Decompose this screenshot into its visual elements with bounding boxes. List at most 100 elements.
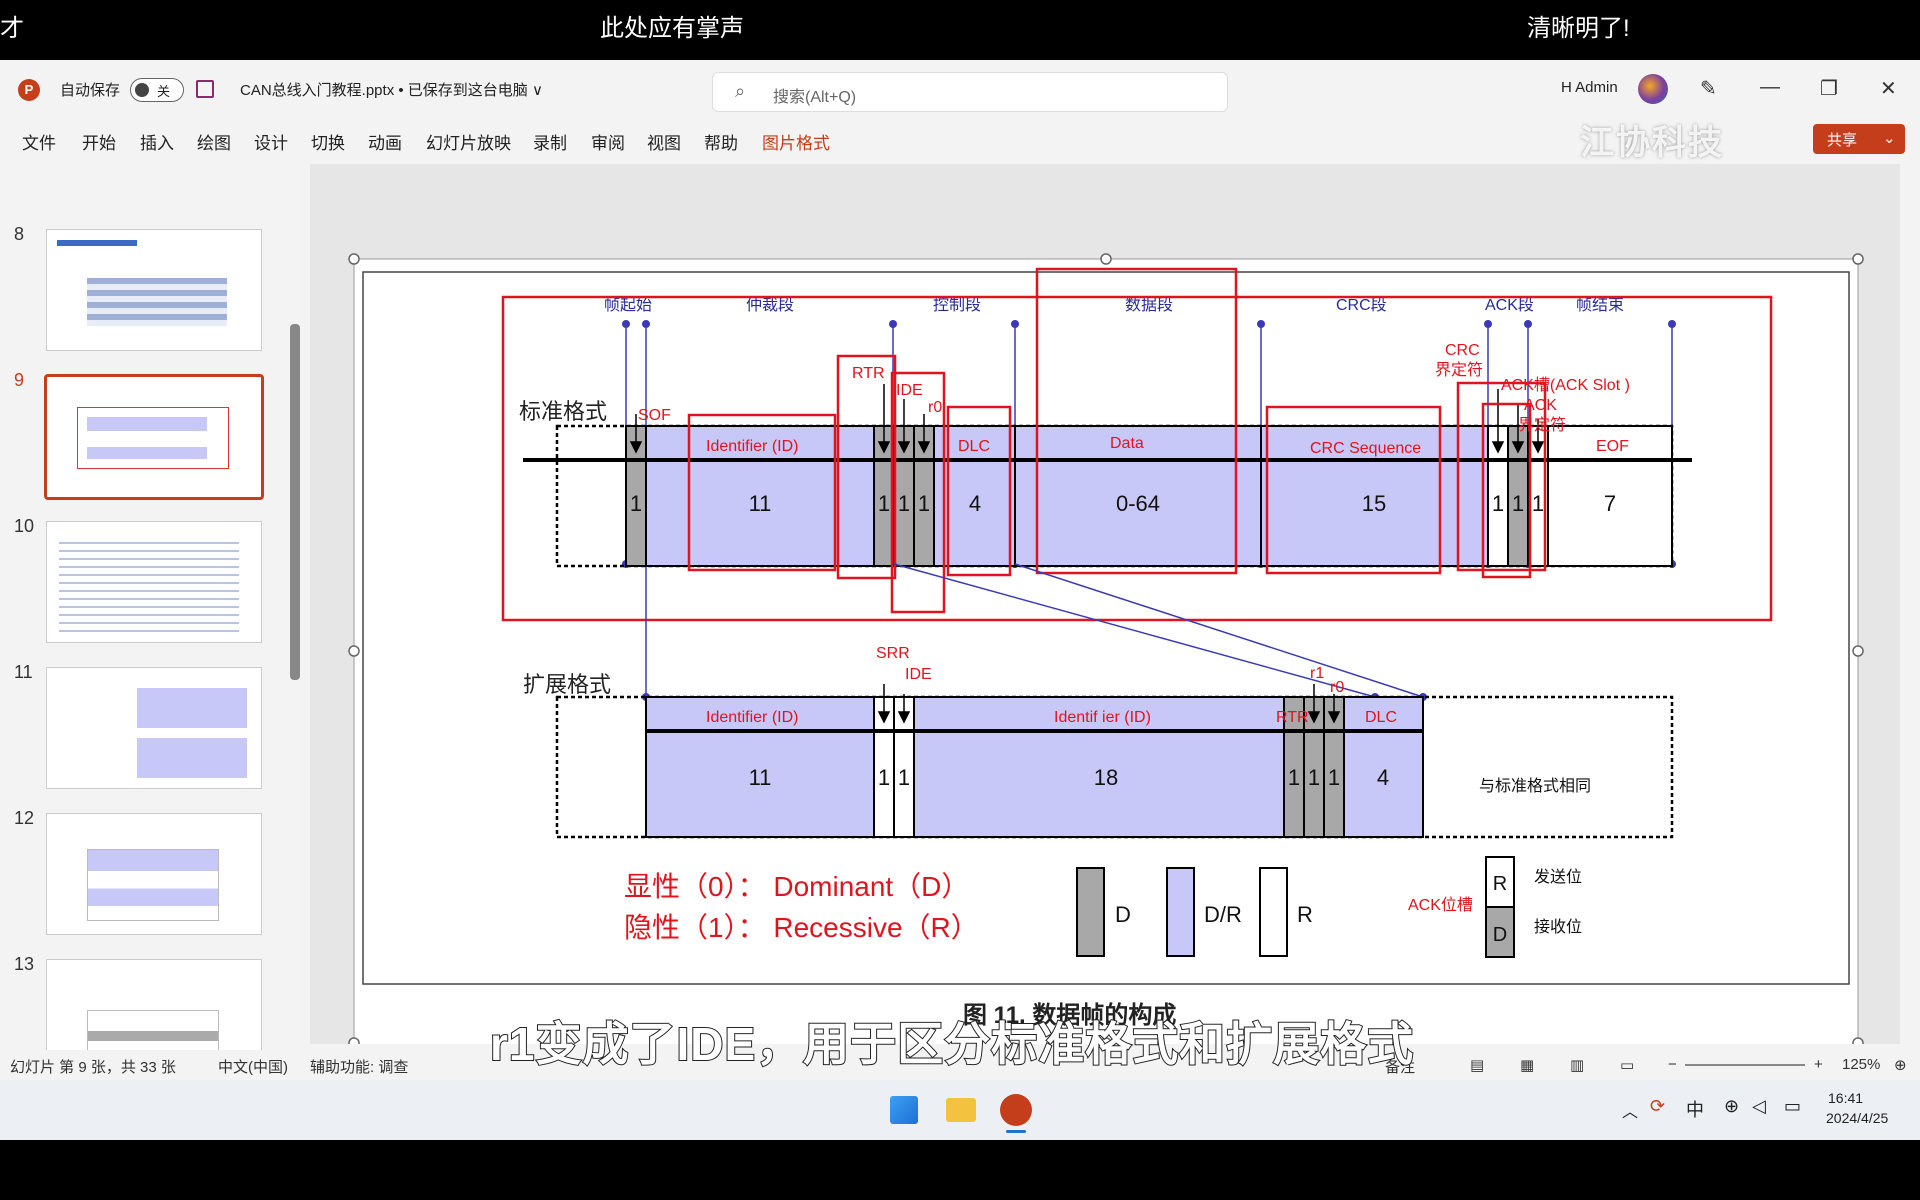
legend-dr-swatch (1166, 867, 1195, 957)
video-top-right-text: 清晰明了! (1527, 15, 1630, 42)
bit-count: 11 (749, 491, 772, 516)
slide-thumbnail-12[interactable] (46, 813, 262, 935)
user-name[interactable]: H Admin (1561, 79, 1618, 96)
share-label: 共享 (1827, 132, 1858, 149)
segment-arbitration-label: 仲裁段 (746, 296, 794, 314)
network-icon[interactable]: ⊕ (1724, 1096, 1739, 1117)
close-icon[interactable]: ✕ (1880, 76, 1897, 101)
tab-transitions[interactable]: 切换 (311, 129, 345, 154)
ext-r0-label: r0 (1330, 679, 1344, 696)
video-bottom-bar (0, 1140, 1920, 1200)
tab-review[interactable]: 审阅 (591, 129, 625, 154)
tray-app-icon[interactable]: ⟳ (1650, 1096, 1665, 1117)
clock-time[interactable]: 16:41 (1828, 1090, 1863, 1106)
ack-delimiter-label-2: 界定符 (1518, 416, 1566, 434)
tab-insert[interactable]: 插入 (140, 129, 174, 154)
crc-sequence-label: CRC Sequence (1310, 440, 1421, 457)
bit-count: 4 (969, 491, 981, 516)
thumbnail-scrollbar[interactable] (290, 324, 300, 680)
zoom-slider[interactable] (1685, 1064, 1805, 1066)
tab-home[interactable]: 开始 (82, 129, 116, 154)
search-placeholder: 搜索(Alt+Q) (773, 89, 857, 106)
autosave-toggle[interactable]: 关 (130, 78, 184, 102)
ext-identifier-label-2: Identif ier (ID) (1054, 709, 1151, 726)
tab-slideshow[interactable]: 幻灯片放映 (426, 129, 511, 154)
tray-chevron-icon[interactable]: ︿ (1622, 1098, 1638, 1122)
restore-icon[interactable]: ❐ (1820, 76, 1838, 101)
ext-bit-count: 1 (1328, 765, 1340, 790)
reading-view-icon[interactable]: ▥ (1570, 1056, 1584, 1074)
slide-thumbnail-8[interactable] (46, 229, 262, 351)
ext-bit-count: 1 (898, 765, 910, 790)
crc-delimiter-label-2: 界定符 (1435, 361, 1483, 379)
powerpoint-window: P 自动保存 关 CAN总线入门教程.pptx • 已保存到这台电脑 ∨ ⌕ 搜… (0, 60, 1920, 1140)
tab-view[interactable]: 视图 (647, 129, 681, 154)
video-top-left-text: 才 (0, 15, 24, 42)
bit-count: 1 (630, 491, 642, 516)
minimize-icon[interactable]: — (1760, 76, 1780, 99)
std-identifier-label: Identifier (ID) (706, 438, 798, 455)
bit-count: 15 (1362, 491, 1386, 516)
ime-indicator[interactable]: 中 (1686, 1096, 1704, 1122)
ext-bit-count: 4 (1377, 765, 1389, 790)
file-explorer-icon[interactable] (946, 1098, 976, 1122)
search-input[interactable]: ⌕ 搜索(Alt+Q) (712, 72, 1228, 112)
bit-count: 1 (898, 491, 910, 516)
segment-sof-label: 帧起始 (604, 296, 652, 314)
slide-thumbnail-11[interactable] (46, 667, 262, 789)
battery-icon[interactable]: ▭ (1784, 1096, 1801, 1117)
clock-date[interactable]: 2024/4/25 (1826, 1110, 1888, 1126)
toggle-knob (135, 83, 149, 97)
legend-d-label: D (1115, 902, 1131, 927)
slide-counter: 幻灯片 第 9 张，共 33 张 (10, 1059, 176, 1076)
eof-label: EOF (1596, 438, 1629, 455)
data-label: Data (1110, 435, 1144, 452)
slide-thumbnail-10[interactable] (46, 521, 262, 643)
zoom-level[interactable]: 125% (1842, 1056, 1880, 1073)
bit-count: 0-64 (1116, 491, 1160, 516)
legend-dr-label: D/R (1204, 902, 1242, 927)
tab-file[interactable]: 文件 (22, 129, 56, 154)
receive-bit-label: 接收位 (1534, 918, 1582, 936)
segment-crc-label: CRC段 (1336, 296, 1387, 314)
slide-sorter-icon[interactable]: ▦ (1520, 1056, 1534, 1074)
windows-taskbar: ︿ ⟳ 中 ⊕ ◁ ▭ 16:41 2024/4/25 (0, 1080, 1920, 1140)
standard-format-label: 标准格式 (519, 399, 607, 424)
powerpoint-taskbar-icon[interactable] (1000, 1094, 1032, 1126)
tab-design[interactable]: 设计 (254, 129, 288, 154)
accessibility-status[interactable]: 辅助功能: 调查 (310, 1056, 408, 1077)
ack-send-letter: R (1493, 873, 1507, 895)
ext-bit-count: 18 (1094, 765, 1118, 790)
tab-picture-format[interactable]: 图片格式 (762, 129, 830, 154)
bit-count: 7 (1604, 491, 1616, 516)
share-button[interactable]: 共享 ⌄ (1813, 124, 1905, 154)
bit-count: 1 (918, 491, 930, 516)
document-title[interactable]: CAN总线入门教程.pptx • 已保存到这台电脑 ∨ (240, 79, 543, 100)
tab-animations[interactable]: 动画 (368, 129, 402, 154)
tab-record[interactable]: 录制 (533, 129, 567, 154)
tab-draw[interactable]: 绘图 (197, 129, 231, 154)
bit-count: 1 (1512, 491, 1524, 516)
slide-thumbnail-9[interactable] (44, 374, 264, 500)
normal-view-icon[interactable]: ▤ (1470, 1056, 1484, 1074)
ext-bit-count: 1 (1288, 765, 1300, 790)
save-icon[interactable] (196, 80, 214, 98)
avatar[interactable] (1638, 74, 1668, 104)
same-as-standard-label: 与标准格式相同 (1479, 777, 1591, 795)
volume-icon[interactable]: ◁ (1752, 1096, 1766, 1117)
video-subtitle: r1变成了IDE，用于区分标准格式和扩展格式 (489, 1017, 1415, 1071)
sof-label: SOF (638, 407, 671, 424)
tab-help[interactable]: 帮助 (704, 129, 738, 154)
send-bit-label: 发送位 (1534, 868, 1582, 886)
recessive-legend-text: 隐性（1）： Recessive（R） (624, 912, 979, 943)
search-icon: ⌕ (735, 81, 746, 101)
windows-start-icon[interactable] (890, 1096, 918, 1124)
language-indicator[interactable]: 中文(中国) (218, 1056, 288, 1077)
zoom-out-icon[interactable]: − (1668, 1056, 1677, 1073)
autosave-label: 自动保存 (60, 82, 121, 99)
slideshow-icon[interactable]: ▭ (1620, 1056, 1634, 1074)
fit-slide-icon[interactable]: ⊕ (1894, 1056, 1907, 1074)
zoom-in-icon[interactable]: + (1814, 1056, 1823, 1073)
pen-icon[interactable]: ✎ (1700, 76, 1717, 101)
legend-r-swatch (1259, 867, 1288, 957)
